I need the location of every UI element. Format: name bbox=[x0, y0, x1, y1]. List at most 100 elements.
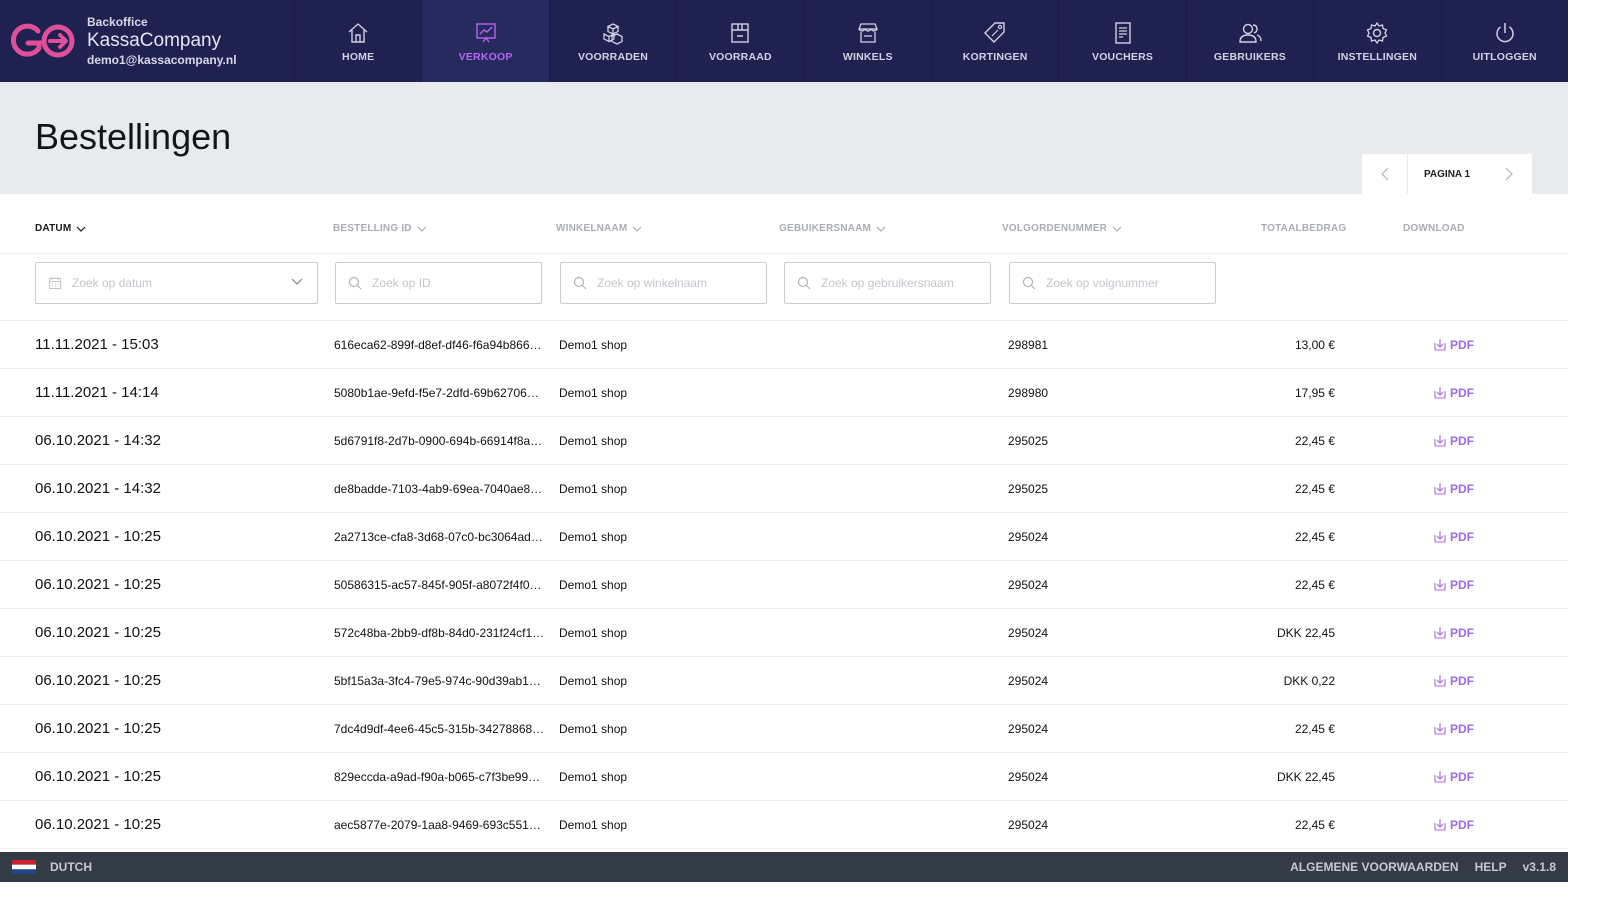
column-label-gebuikersnaam: GEBUIKERSNAAM bbox=[779, 223, 872, 234]
pdf-label: PDF bbox=[1450, 337, 1474, 352]
nav-item-voorraden[interactable]: VOORRADEN bbox=[548, 0, 676, 82]
pdf-download-link[interactable]: PDF bbox=[1434, 657, 1474, 704]
table-row[interactable]: 06.10.2021 - 10:25 7dc4d9df-4ee6-45c5-31… bbox=[0, 705, 1568, 753]
nav-item-kortingen[interactable]: KORTINGEN bbox=[930, 0, 1058, 82]
table-row[interactable]: 06.10.2021 - 10:25 5bf15a3a-3fc4-79e5-97… bbox=[0, 657, 1568, 705]
order-id: 616eca62-899f-d8ef-df46-f6a94b866… bbox=[334, 337, 542, 352]
download-icon bbox=[1434, 723, 1446, 735]
terms-link[interactable]: ALGEMENE VOORWAARDEN bbox=[1290, 860, 1458, 874]
nav-item-home[interactable]: HOME bbox=[294, 0, 421, 82]
pdf-download-link[interactable]: PDF bbox=[1434, 609, 1474, 656]
download-icon bbox=[1434, 387, 1446, 399]
order-date: 06.10.2021 - 10:25 bbox=[35, 816, 161, 833]
pdf-download-link[interactable]: PDF bbox=[1434, 705, 1474, 752]
shop-name: Demo1 shop bbox=[559, 769, 628, 784]
page-number: PAGINA 1 bbox=[1424, 168, 1471, 180]
help-link[interactable]: HELP bbox=[1475, 860, 1507, 874]
nav-label-kortingen: KORTINGEN bbox=[962, 50, 1028, 63]
users-icon bbox=[1239, 23, 1262, 43]
total-amount: 22,45 € bbox=[1294, 577, 1335, 592]
order-date: 06.10.2021 - 14:32 bbox=[35, 432, 161, 449]
table-row[interactable]: 06.10.2021 - 14:32 5d6791f8-2d7b-0900-69… bbox=[0, 417, 1568, 465]
order-date: 06.10.2021 - 10:25 bbox=[35, 672, 161, 689]
column-header-gebuikersnaam[interactable]: GEBUIKERSNAAM bbox=[779, 223, 886, 234]
column-label-datum: DATUM bbox=[35, 223, 72, 234]
download-icon bbox=[1434, 675, 1446, 687]
column-header-bestelling-id[interactable]: BESTELLING ID bbox=[333, 223, 427, 234]
pdf-label: PDF bbox=[1450, 577, 1474, 592]
search-icon bbox=[797, 276, 811, 290]
next-page-button[interactable] bbox=[1486, 154, 1532, 194]
chevron-down-icon bbox=[876, 226, 886, 232]
order-date: 06.10.2021 - 10:25 bbox=[35, 528, 161, 545]
id-search-input[interactable]: Zoek op ID bbox=[335, 262, 542, 304]
pdf-label: PDF bbox=[1450, 721, 1474, 736]
column-header-datum[interactable]: DATUM bbox=[35, 223, 86, 234]
order-date: 06.10.2021 - 10:25 bbox=[35, 720, 161, 737]
pdf-label: PDF bbox=[1450, 481, 1474, 496]
column-label-download: DOWNLOAD bbox=[1403, 223, 1465, 234]
table-row[interactable]: 06.10.2021 - 10:25 572c48ba-2bb9-df8b-84… bbox=[0, 609, 1568, 657]
seq-search-input[interactable]: Zoek op volgnummer bbox=[1009, 262, 1216, 304]
gear-icon bbox=[1366, 21, 1388, 44]
nav-item-voorraad[interactable]: VOORRAAD bbox=[676, 0, 803, 82]
nav-item-uitloggen[interactable]: UITLOGGEN bbox=[1440, 0, 1568, 82]
chevron-left-icon bbox=[1380, 167, 1388, 181]
column-header-winkelnaam[interactable]: WINKELNAAM bbox=[556, 223, 642, 234]
shop-name: Demo1 shop bbox=[559, 385, 628, 400]
pdf-download-link[interactable]: PDF bbox=[1434, 753, 1474, 800]
column-label-bestelling-id: BESTELLING ID bbox=[333, 223, 412, 234]
go-logo bbox=[10, 23, 75, 58]
table-row[interactable]: 06.10.2021 - 10:25 2a2713ce-cfa8-3d68-07… bbox=[0, 513, 1568, 561]
table-row[interactable]: 06.10.2021 - 10:25 aec5877e-2079-1aa8-94… bbox=[0, 801, 1568, 849]
chevron-right-icon bbox=[1505, 167, 1513, 181]
pdf-label: PDF bbox=[1450, 385, 1474, 400]
table-row[interactable]: 06.10.2021 - 10:25 829eccda-a9ad-f90a-b0… bbox=[0, 753, 1568, 801]
version-label: v3.1.8 bbox=[1522, 860, 1556, 874]
nav-label-home: HOME bbox=[342, 50, 375, 63]
pdf-download-link[interactable]: PDF bbox=[1434, 321, 1474, 368]
box-icon bbox=[731, 22, 750, 43]
pdf-label: PDF bbox=[1450, 433, 1474, 448]
dutch-flag-icon[interactable] bbox=[12, 860, 36, 874]
nav-item-gebruikers[interactable]: GEBRUIKERS bbox=[1185, 0, 1313, 82]
footer: DUTCH ALGEMENE VOORWAARDEN HELP v3.1.8 bbox=[0, 852, 1568, 882]
sequence-number: 295024 bbox=[1008, 673, 1049, 688]
shop-search-input[interactable]: Zoek op winkelnaam bbox=[560, 262, 767, 304]
nav-item-winkels[interactable]: WINKELS bbox=[803, 0, 931, 82]
order-date: 06.10.2021 - 10:25 bbox=[35, 576, 161, 593]
nav-item-instellingen[interactable]: INSTELLINGEN bbox=[1313, 0, 1440, 82]
previous-page-button[interactable] bbox=[1362, 154, 1408, 194]
total-amount: 17,95 € bbox=[1294, 385, 1335, 400]
nav-label-verkoop: VERKOOP bbox=[458, 50, 513, 63]
nav-item-vouchers[interactable]: VOUCHERS bbox=[1058, 0, 1185, 82]
column-header-volgordenummer[interactable]: VOLGORDENUMMER bbox=[1002, 223, 1122, 234]
table-row[interactable]: 11.11.2021 - 15:03 616eca62-899f-d8ef-df… bbox=[0, 321, 1568, 369]
search-icon bbox=[1022, 276, 1036, 290]
download-icon bbox=[1434, 483, 1446, 495]
table-row[interactable]: 06.10.2021 - 10:25 50586315-ac57-845f-90… bbox=[0, 561, 1568, 609]
order-id: 2a2713ce-cfa8-3d68-07c0-bc3064ad… bbox=[334, 529, 543, 544]
language-selector[interactable]: DUTCH bbox=[50, 860, 92, 874]
table-row[interactable]: 06.10.2021 - 14:32 de8badde-7103-4ab9-69… bbox=[0, 465, 1568, 513]
order-id: 50586315-ac57-845f-905f-a8072f4f0… bbox=[334, 577, 542, 592]
shop-name: Demo1 shop bbox=[559, 625, 628, 640]
total-amount: 22,45 € bbox=[1294, 721, 1335, 736]
user-search-input[interactable]: Zoek op gebruikersnaam bbox=[784, 262, 991, 304]
date-filter-select[interactable]: Zoek op datum bbox=[35, 262, 318, 304]
id-search-placeholder: Zoek op ID bbox=[372, 276, 431, 290]
nav-label-instellingen: INSTELLINGEN bbox=[1337, 50, 1418, 63]
total-amount: 13,00 € bbox=[1294, 337, 1335, 352]
pdf-download-link[interactable]: PDF bbox=[1434, 465, 1474, 512]
pdf-download-link[interactable]: PDF bbox=[1434, 417, 1474, 464]
table-row[interactable]: 11.11.2021 - 14:14 5080b1ae-9efd-f5e7-2d… bbox=[0, 369, 1568, 417]
pdf-download-link[interactable]: PDF bbox=[1434, 369, 1474, 416]
brand: Backoffice KassaCompany demo1@kassacompa… bbox=[0, 0, 294, 82]
column-header-totaalbedrag: TOTAALBEDRAG bbox=[1261, 223, 1346, 234]
nav-item-verkoop[interactable]: VERKOOP bbox=[421, 0, 549, 82]
shop-name: Demo1 shop bbox=[559, 577, 628, 592]
chevron-down-icon bbox=[633, 226, 642, 232]
pdf-download-link[interactable]: PDF bbox=[1434, 561, 1474, 608]
pdf-download-link[interactable]: PDF bbox=[1434, 513, 1474, 560]
pdf-download-link[interactable]: PDF bbox=[1434, 801, 1474, 848]
